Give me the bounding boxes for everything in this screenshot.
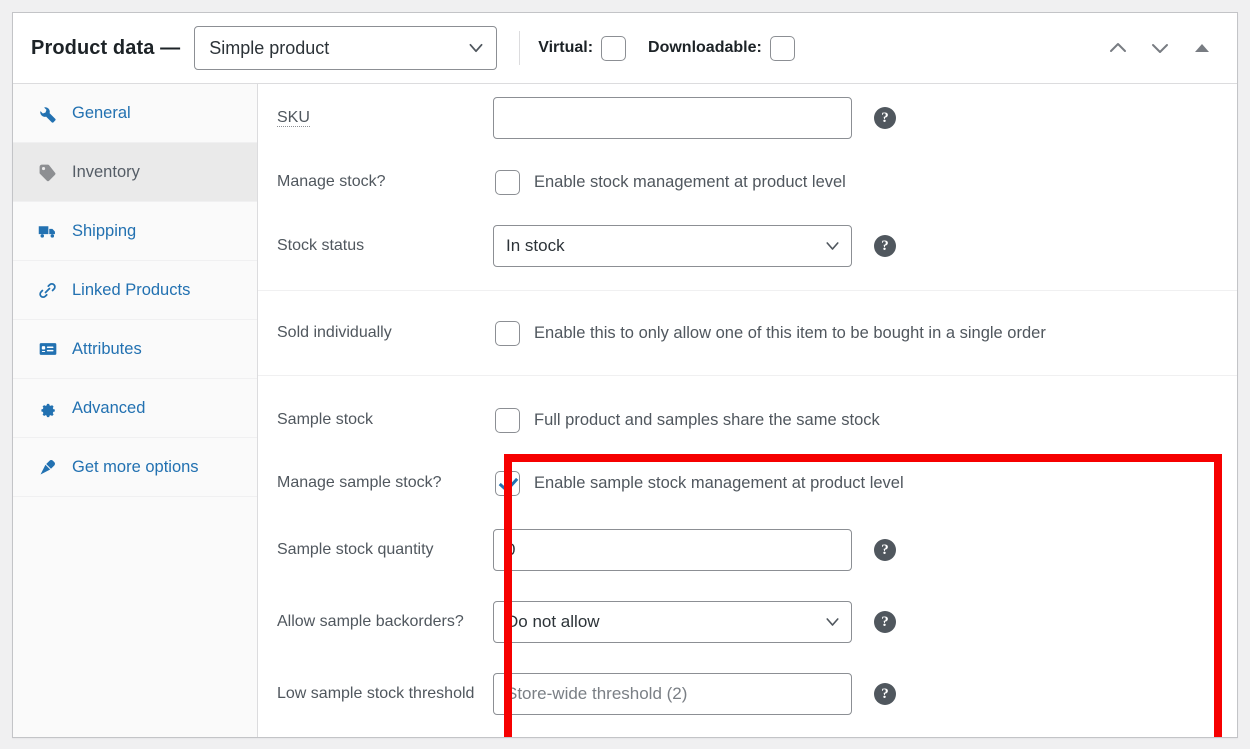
header-divider [519,31,521,65]
low-sample-stock-threshold-placeholder: Store-wide threshold (2) [506,684,688,703]
sidebar-item-label: Get more options [72,457,199,476]
manage-sample-stock-checkbox-text: Enable sample stock management at produc… [534,473,904,492]
help-icon[interactable]: ? [874,683,896,705]
sold-individually-checkbox-group[interactable]: Enable this to only allow one of this it… [493,320,1046,346]
sidebar-item-label: General [72,103,131,122]
move-down-icon[interactable] [1147,35,1173,61]
downloadable-label: Downloadable: [648,39,762,56]
toggle-panel-icon[interactable] [1189,35,1215,61]
field-row-allow-sample-backorders: Allow sample backorders? Do not allow ? [258,586,1237,658]
virtual-label: Virtual: [538,39,594,56]
allow-sample-backorders-select[interactable]: Do not allow [493,601,852,643]
manage-stock-checkbox[interactable] [495,169,520,195]
field-row-manage-sample-stock: Manage sample stock? Enable sample stock… [258,452,1237,514]
link-icon [37,280,58,301]
stock-status-value: In stock [506,236,565,255]
sample-stock-quantity-input[interactable]: 0 [493,529,852,571]
sidebar-item-label: Inventory [72,162,140,181]
tag-icon [37,162,58,183]
downloadable-checkbox-group[interactable]: Downloadable: [648,35,795,61]
virtual-checkbox-group[interactable]: Virtual: [538,35,627,61]
wrench-icon [37,103,58,124]
help-icon[interactable]: ? [874,235,896,257]
downloadable-checkbox[interactable] [769,35,795,61]
sample-stock-checkbox-group[interactable]: Full product and samples share the same … [493,407,880,433]
sample-stock-section: Sample stock Full product and samples sh… [258,376,1237,730]
sidebar-item-label: Shipping [72,221,137,240]
sku-input[interactable] [493,97,852,139]
sidebar-item-linked-products[interactable]: Linked Products [13,261,257,320]
sold-individually-checkbox-text: Enable this to only allow one of this it… [534,323,1046,342]
product-type-value: Simple product [209,37,330,58]
triangle-up-icon [1195,44,1209,52]
chevron-down-icon [469,43,483,53]
field-row-stock-status: Stock status In stock ? [258,212,1237,280]
field-row-sample-stock: Sample stock Full product and samples sh… [258,388,1237,452]
chevron-down-icon [826,242,839,250]
field-row-sku: SKU ? [258,84,1237,152]
sample-stock-checkbox[interactable] [495,407,520,433]
help-icon[interactable]: ? [874,539,896,561]
sidebar-item-general[interactable]: General [13,84,257,143]
attributes-icon [37,339,58,360]
stock-status-label: Stock status [277,237,365,254]
sidebar-item-label: Attributes [72,339,142,358]
low-sample-stock-threshold-input[interactable]: Store-wide threshold (2) [493,673,852,715]
product-data-header: Product data — Simple product Virtual: D… [13,13,1237,84]
allow-sample-backorders-value: Do not allow [506,612,600,631]
truck-icon [37,221,58,242]
field-row-manage-stock: Manage stock? Enable stock management at… [258,152,1237,212]
gear-icon [37,398,58,419]
product-data-tabs: General Inventory Shipping Linked Produc… [13,84,258,737]
move-up-icon[interactable] [1105,35,1131,61]
sidebar-item-shipping[interactable]: Shipping [13,202,257,261]
field-row-sold-individually: Sold individually Enable this to only al… [258,291,1237,375]
field-row-low-sample-stock-threshold: Low sample stock threshold Store-wide th… [258,658,1237,730]
allow-sample-backorders-label: Allow sample backorders? [277,613,464,630]
stock-status-select[interactable]: In stock [493,225,852,267]
product-data-panel: Product data — Simple product Virtual: D… [12,12,1238,738]
sidebar-item-label: Advanced [72,398,146,417]
sku-label: SKU [277,109,310,127]
manage-sample-stock-checkbox[interactable] [495,470,520,496]
sidebar-item-advanced[interactable]: Advanced [13,379,257,438]
product-type-select[interactable]: Simple product [194,26,498,70]
sold-individually-checkbox[interactable] [495,320,520,346]
help-icon[interactable]: ? [874,107,896,129]
sidebar-item-inventory[interactable]: Inventory [13,143,257,202]
product-data-body: General Inventory Shipping Linked Produc… [13,84,1237,737]
field-row-sample-stock-quantity: Sample stock quantity 0 ? [258,514,1237,586]
page-title: Product data — [31,36,181,59]
chevron-down-icon [826,618,839,626]
manage-stock-label: Manage stock? [277,173,386,190]
sidebar-item-get-more-options[interactable]: Get more options [13,438,257,497]
sidebar-item-label: Linked Products [72,280,191,299]
header-actions [1105,35,1221,61]
sold-individually-label: Sold individually [277,324,392,341]
plug-icon [37,457,58,478]
manage-sample-stock-checkbox-group[interactable]: Enable sample stock management at produc… [493,470,904,496]
inventory-panel: SKU ? Manage stock? Enable stock managem… [258,84,1237,737]
manage-stock-checkbox-group[interactable]: Enable stock management at product level [493,169,846,195]
sample-stock-checkbox-text: Full product and samples share the same … [534,410,880,429]
sample-stock-quantity-value: 0 [506,540,516,559]
manage-stock-checkbox-text: Enable stock management at product level [534,172,846,191]
help-icon[interactable]: ? [874,611,896,633]
sidebar-item-attributes[interactable]: Attributes [13,320,257,379]
low-sample-stock-threshold-label: Low sample stock threshold [277,685,475,702]
virtual-checkbox[interactable] [601,35,627,61]
sample-stock-quantity-label: Sample stock quantity [277,541,434,558]
manage-sample-stock-label: Manage sample stock? [277,474,442,491]
sample-stock-label: Sample stock [277,411,374,428]
